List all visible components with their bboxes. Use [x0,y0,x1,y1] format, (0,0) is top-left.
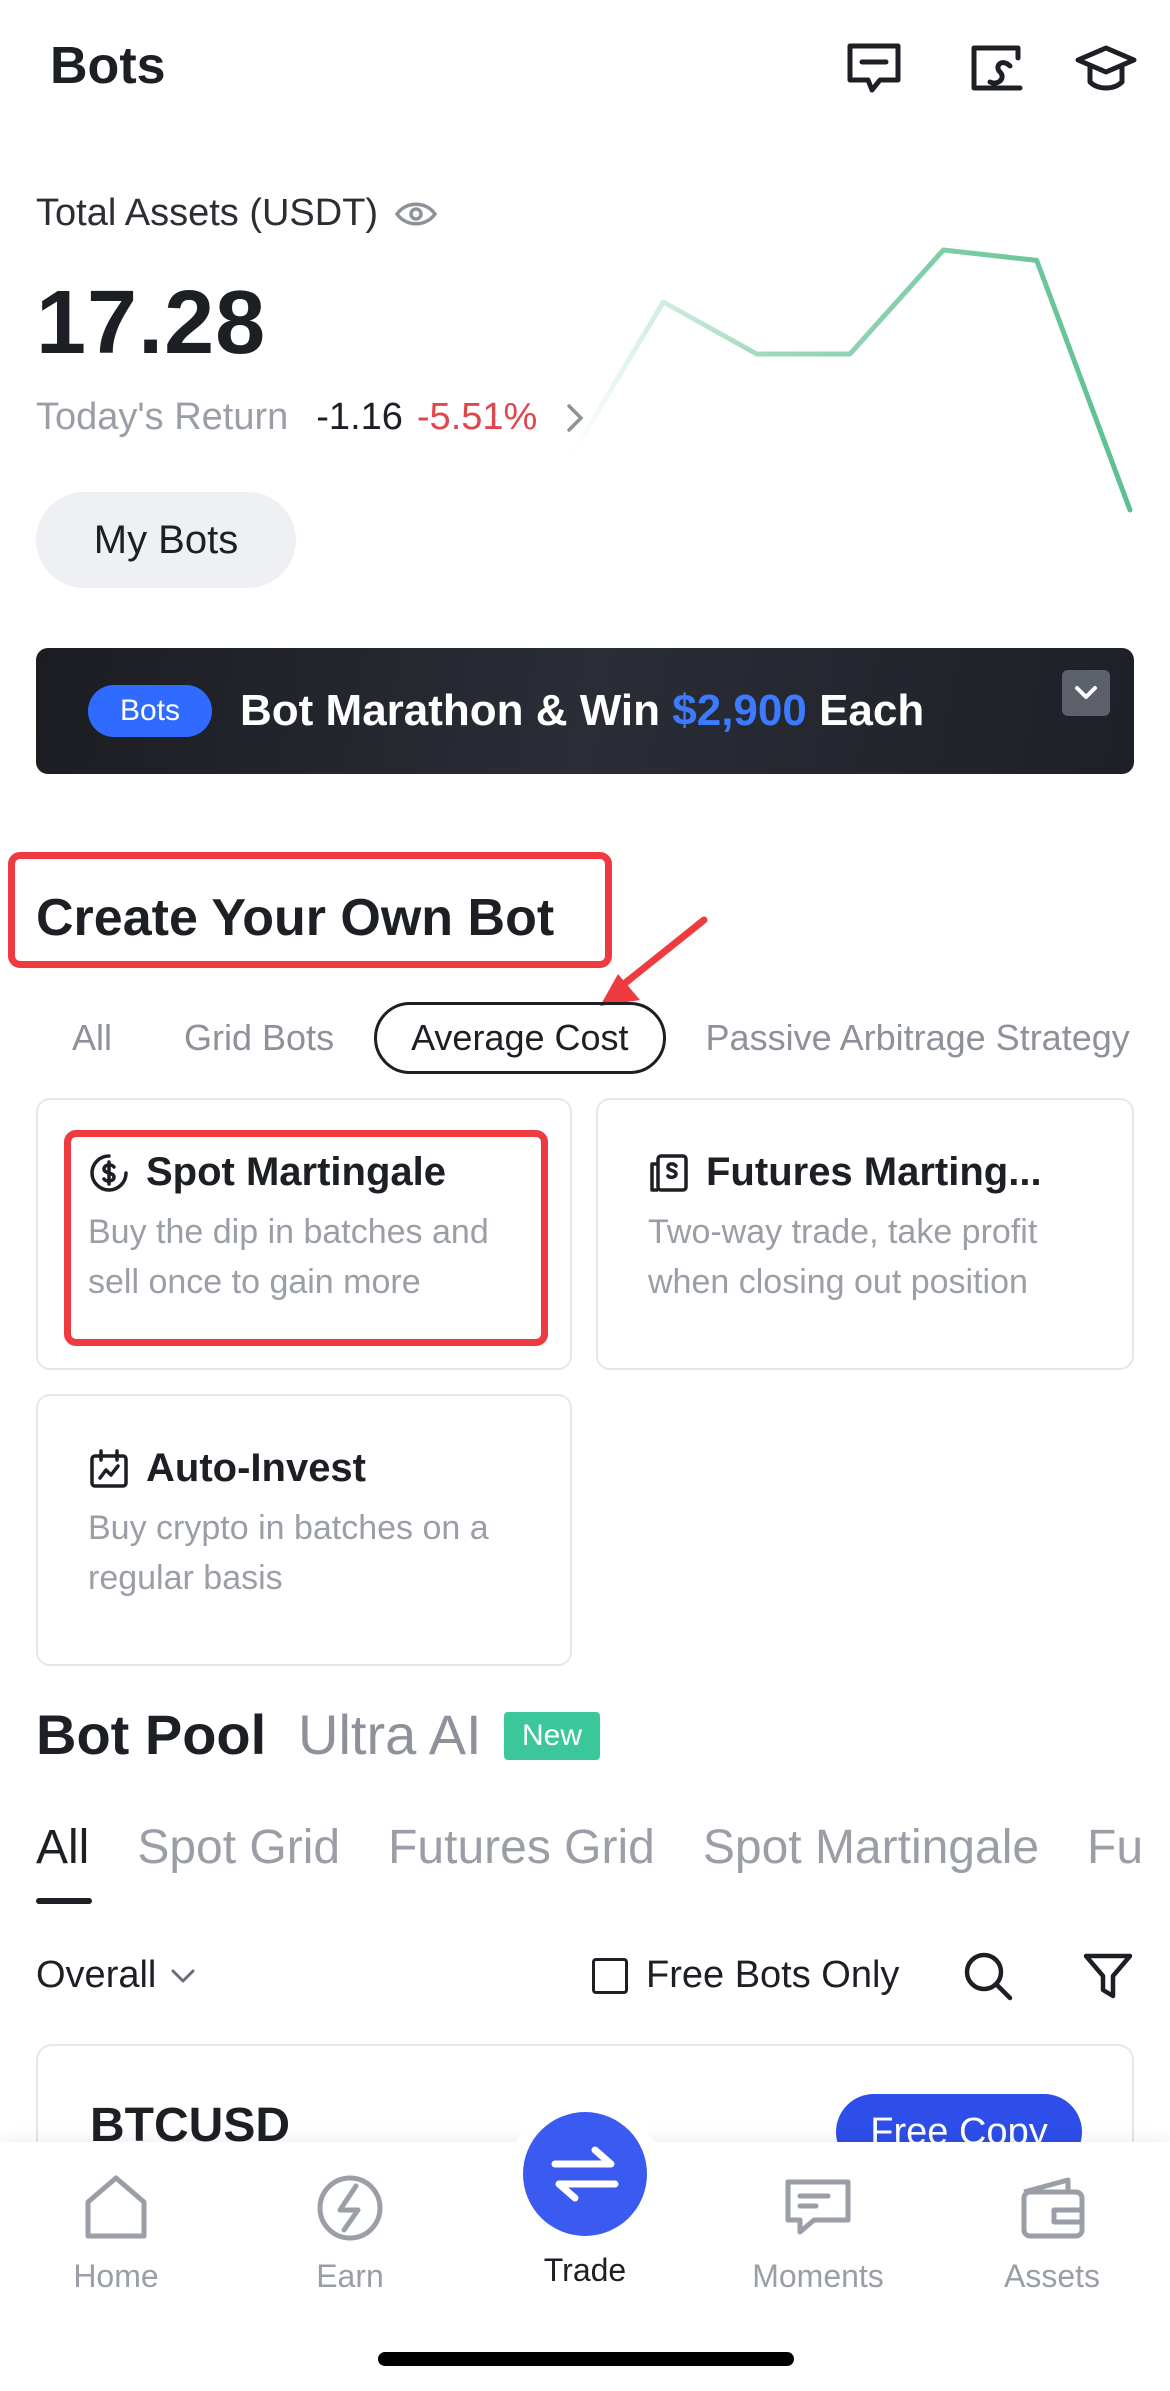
nav-trade-label: Trade [543,2252,627,2288]
home-icon [85,2175,147,2239]
graduation-cap-icon[interactable] [1074,36,1138,100]
nav-earn[interactable]: Earn [250,2170,450,2295]
tab-futures-grid[interactable]: Futures Grid [388,1820,655,1875]
nav-home[interactable]: Home [16,2170,216,2295]
search-icon[interactable] [958,1946,1018,2006]
new-badge: New [504,1712,601,1760]
ultra-ai-tab[interactable]: Ultra AI [298,1702,482,1767]
chevron-down-icon [1075,686,1097,699]
bot-pool-title[interactable]: Bot Pool [36,1702,266,1767]
banner-collapse-button[interactable] [1062,670,1110,716]
card-description: Two-way trade, take profit when closing … [648,1213,1038,1301]
sparkline-path [567,247,1133,513]
tab-spot-martingale[interactable]: Spot Martingale [703,1820,1039,1875]
free-bots-checkbox[interactable] [592,1957,628,1994]
card-title: Auto-Invest [146,1446,366,1490]
moments-icon [785,2179,851,2235]
message-icon[interactable] [842,36,906,100]
free-bots-label: Free Bots Only [646,1954,900,1996]
tab-futures-truncated[interactable]: Fu [1087,1820,1143,1875]
chip-average-cost[interactable]: Average Cost [374,1002,666,1074]
highlight-box-title [8,852,612,968]
futures-martingale-card[interactable]: Futures Marting... Two-way trade, take p… [596,1098,1134,1370]
bot-pool-tabs: All Spot Grid Futures Grid Spot Martinga… [36,1820,1143,1875]
banner-tag: Bots [88,685,213,737]
nav-trade-button[interactable] [523,2112,647,2236]
futures-doc-icon [650,1153,688,1192]
nav-label: Moments [752,2258,884,2294]
home-indicator [378,2352,794,2366]
wallet-icon [1021,2177,1085,2239]
highlight-box-card [64,1130,548,1346]
nav-label: Home [73,2258,159,2294]
earn-icon [317,2175,383,2241]
total-assets-label: Total Assets (USDT) [36,192,438,235]
sign-icon[interactable] [966,36,1030,100]
sort-dropdown[interactable]: Overall [36,1954,196,1997]
banner-text-after: Each [806,686,925,735]
tab-all[interactable]: All [36,1820,89,1875]
nav-assets[interactable]: Assets [952,2170,1152,2295]
strategy-chips: All Grid Bots Average Cost Passive Arbit… [36,1000,1166,1076]
nav-label: Assets [1003,2258,1101,2294]
filter-row: Overall Free Bots Only [36,1946,1136,2006]
return-percent: -5.51% [416,396,538,438]
banner-text-before: Bot Marathon & Win [240,686,673,735]
swap-arrows-icon [551,2146,619,2202]
return-label: Today's Return [36,396,289,438]
total-assets-text: Total Assets (USDT) [36,192,379,234]
tab-spot-grid[interactable]: Spot Grid [137,1820,340,1875]
annotation-arrow [600,916,708,1006]
active-tab-indicator [36,1898,92,1904]
chevron-down-icon [171,1969,195,1982]
filter-icon[interactable] [1080,1948,1136,2004]
sort-label: Overall [36,1954,157,1996]
chip-grid-bots[interactable]: Grid Bots [148,1002,370,1074]
banner-text: Bot Marathon & Win $2,900 Each [240,686,924,736]
return-amount: -1.16 [316,396,403,438]
card-title-row: Auto-Invest [88,1446,528,1491]
assets-sparkline [567,247,1133,513]
total-assets-value: 17.28 [36,273,267,373]
calendar-icon [90,1448,128,1488]
chip-passive-arbitrage[interactable]: Passive Arbitrage Strategy [670,1002,1166,1074]
promo-banner[interactable]: Bots Bot Marathon & Win $2,900 Each [36,648,1134,774]
chip-all[interactable]: All [36,1002,148,1074]
free-bots-only-toggle[interactable]: Free Bots Only [592,1954,899,1997]
card-title: Futures Marting... [706,1150,1042,1194]
auto-invest-card[interactable]: Auto-Invest Buy crypto in batches on a r… [36,1394,572,1666]
banner-highlight: $2,900 [672,686,807,735]
card-description: Buy crypto in batches on a regular basis [88,1509,489,1597]
todays-return-row[interactable]: Today's Return -1.16 -5.51% [36,396,585,439]
nav-label: Earn [316,2258,384,2294]
my-bots-button[interactable]: My Bots [36,492,296,588]
page-title: Bots [50,37,166,95]
nav-moments[interactable]: Moments [718,2170,918,2295]
eye-icon[interactable] [394,199,438,229]
card-title-row: Futures Marting... [648,1150,1088,1195]
